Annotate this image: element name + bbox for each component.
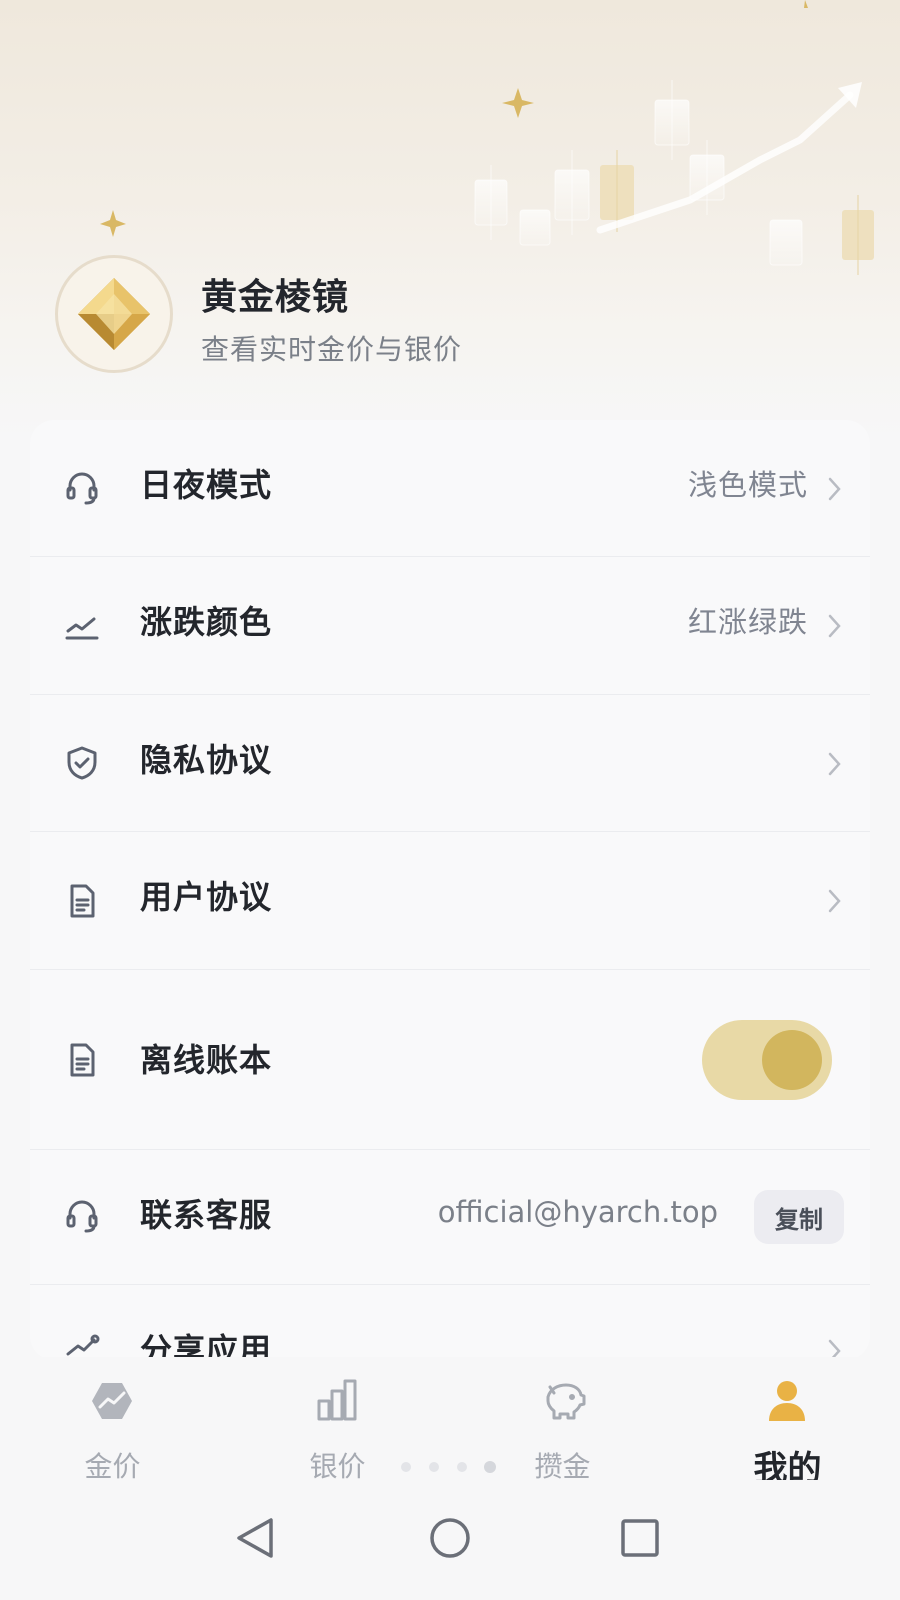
setting-row-price-color[interactable]: 涨跌颜色 红涨绿跌 xyxy=(30,557,870,695)
piggy-bank-icon xyxy=(546,1383,586,1420)
bar-chart-icon xyxy=(317,1379,357,1421)
document-icon xyxy=(64,1042,100,1078)
settings-list: 日夜模式 浅色模式 涨跌颜色 红涨绿跌 隐私协议 用户协议 离线账本 联系客服 … xyxy=(30,420,870,1360)
document-icon xyxy=(64,883,100,919)
setting-row-privacy-policy[interactable]: 隐私协议 xyxy=(30,695,870,832)
setting-row-contact-support: 联系客服 official@hyarch.top 复制 xyxy=(30,1150,870,1285)
setting-label: 离线账本 xyxy=(140,1041,273,1079)
setting-row-offline-ledger: 离线账本 xyxy=(30,970,870,1150)
system-nav-bar xyxy=(0,1480,900,1600)
candlestick-decoration xyxy=(100,0,874,275)
setting-label: 用户协议 xyxy=(140,878,273,916)
toggle-knob xyxy=(762,1030,822,1090)
page-indicator xyxy=(401,1461,496,1473)
header-background xyxy=(0,0,900,440)
offline-ledger-toggle[interactable] xyxy=(702,1020,832,1100)
setting-row-share-app[interactable]: 分享应用 xyxy=(30,1285,870,1360)
setting-value: 红涨绿跌 xyxy=(687,605,808,639)
back-icon[interactable] xyxy=(227,1508,287,1568)
setting-row-theme-mode[interactable]: 日夜模式 浅色模式 xyxy=(30,420,870,557)
recents-icon[interactable] xyxy=(610,1508,670,1568)
trend-icon xyxy=(64,609,100,645)
share-icon xyxy=(64,1330,100,1360)
copy-email-button[interactable]: 复制 xyxy=(754,1190,844,1244)
setting-value: 浅色模式 xyxy=(687,468,808,502)
tab-mine[interactable]: 我的 xyxy=(675,1357,900,1489)
setting-label: 联系客服 xyxy=(140,1196,273,1234)
home-icon[interactable] xyxy=(420,1508,480,1568)
gold-prism-icon xyxy=(78,278,150,350)
chevron-right-icon xyxy=(828,614,841,638)
gold-price-icon xyxy=(92,1383,132,1419)
setting-label: 分享应用 xyxy=(140,1331,273,1360)
chevron-right-icon xyxy=(828,752,841,776)
setting-label: 隐私协议 xyxy=(140,741,273,779)
headset-icon xyxy=(64,1198,100,1234)
app-subtitle: 查看实时金价与银价 xyxy=(201,333,463,366)
setting-row-user-agreement[interactable]: 用户协议 xyxy=(30,832,870,970)
chevron-right-icon xyxy=(828,477,841,501)
setting-label: 涨跌颜色 xyxy=(140,603,273,641)
tab-label: 金价 xyxy=(84,1450,141,1483)
chevron-right-icon xyxy=(828,889,841,913)
setting-label: 日夜模式 xyxy=(140,466,273,504)
app-title: 黄金棱镜 xyxy=(201,277,350,318)
app-logo xyxy=(55,255,173,373)
headset-icon xyxy=(64,470,100,506)
tab-gold-price[interactable]: 金价 xyxy=(0,1357,225,1483)
support-email: official@hyarch.top xyxy=(437,1195,718,1229)
user-icon xyxy=(769,1381,805,1421)
shield-icon xyxy=(64,745,100,781)
